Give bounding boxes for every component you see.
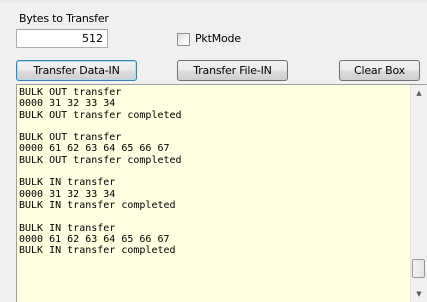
- pktmode-checkbox[interactable]: [177, 33, 190, 46]
- log-line: BULK OUT transfer: [19, 132, 122, 144]
- bytes-to-transfer-label: Bytes to Transfer: [19, 12, 109, 25]
- log-line: 0000 31 32 33 34: [19, 98, 116, 110]
- log-text: BULK OUT transfer 0000 31 32 33 34 BULK OU…: [19, 87, 182, 256]
- arrow-up-icon[interactable]: ▲: [411, 85, 427, 102]
- log-line: 0000 61 62 63 64 65 66 67: [19, 143, 170, 155]
- log-output-box[interactable]: BULK OUT transfer 0000 31 32 33 34 BULK OU…: [16, 84, 427, 302]
- vertical-scrollbar[interactable]: ▲ ▼: [410, 85, 427, 302]
- log-line: BULK IN transfer: [19, 177, 116, 189]
- log-line: BULK IN transfer completed: [19, 199, 176, 211]
- log-line: BULK OUT transfer completed: [19, 154, 182, 166]
- arrow-down-icon[interactable]: ▼: [411, 286, 427, 302]
- clear-box-button[interactable]: Clear Box: [339, 60, 420, 81]
- log-line: BULK OUT transfer: [19, 87, 122, 98]
- log-line: BULK OUT transfer completed: [19, 109, 182, 121]
- bytes-to-transfer-input[interactable]: [16, 29, 108, 48]
- scrollbar-thumb[interactable]: [412, 259, 425, 278]
- log-line: BULK IN transfer: [19, 222, 116, 234]
- log-line: 0000 61 62 63 64 65 66 67: [19, 233, 170, 245]
- log-line: BULK IN transfer completed: [19, 245, 176, 257]
- pktmode-label[interactable]: PktMode: [195, 32, 241, 45]
- log-line: 0000 31 32 33 34: [19, 188, 116, 200]
- transfer-panel: Bytes to Transfer PktMode Transfer Data-…: [0, 0, 427, 302]
- transfer-file-in-button[interactable]: Transfer File-IN: [177, 60, 288, 81]
- transfer-data-in-button[interactable]: Transfer Data-IN: [16, 60, 137, 81]
- top-edge: [0, 0, 427, 3]
